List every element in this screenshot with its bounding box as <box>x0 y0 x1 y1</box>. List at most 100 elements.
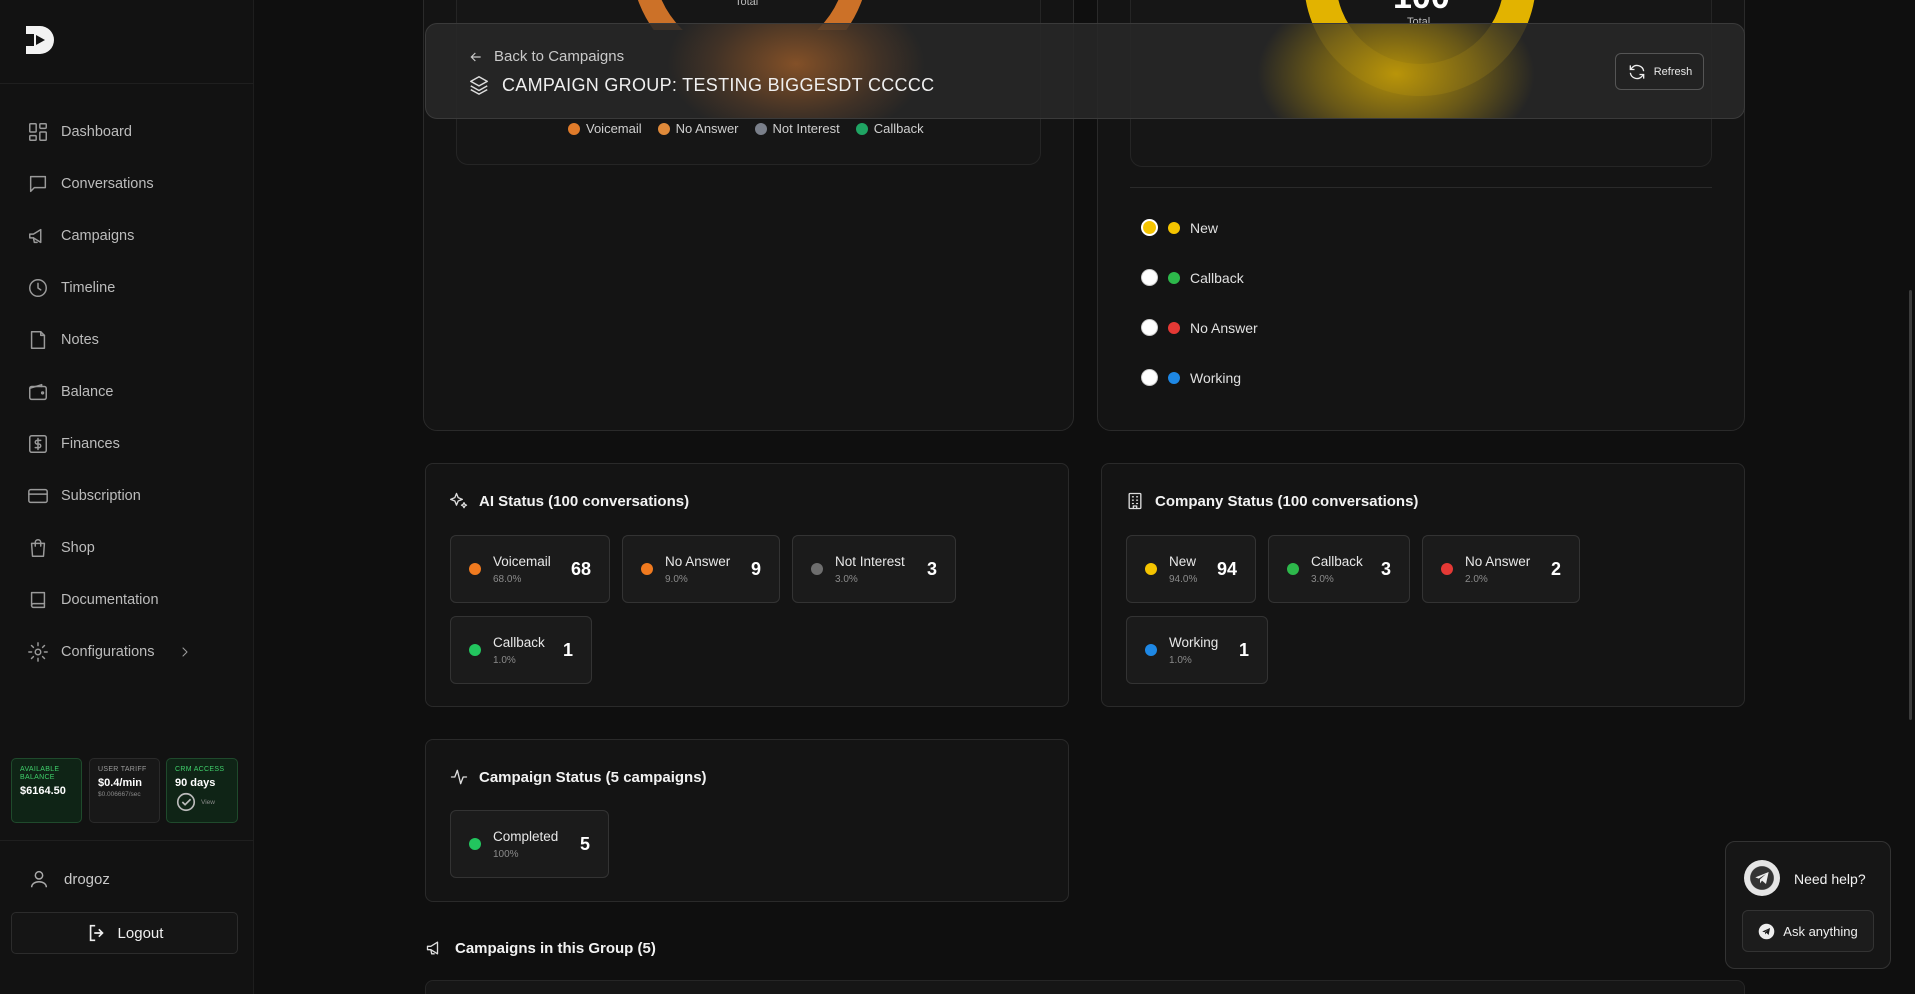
sidebar: Dashboard Conversations Campaigns Timeli… <box>0 0 254 994</box>
app-logo-icon[interactable] <box>18 20 58 60</box>
balance-card[interactable]: AVAILABLE BALANCE $6164.50 <box>11 758 82 823</box>
filter-option-new[interactable]: New <box>1141 219 1218 236</box>
company-status-no-answer[interactable]: No Answer 2.0% 2 <box>1422 535 1580 603</box>
sidebar-item-label: Campaigns <box>61 228 135 244</box>
sidebar-item-timeline[interactable]: Timeline <box>27 272 115 304</box>
stat-percent: 3.0% <box>835 573 858 585</box>
crm-value: 90 days <box>175 777 216 789</box>
radio-button[interactable] <box>1141 369 1158 386</box>
help-avatar <box>1744 860 1780 896</box>
sidebar-item-label: Notes <box>61 332 99 348</box>
sidebar-item-label: Documentation <box>61 592 159 608</box>
crm-view-link[interactable]: View <box>201 799 215 806</box>
legend-item-voicemail[interactable]: Voicemail <box>568 121 642 136</box>
radio-button[interactable] <box>1141 319 1158 336</box>
sidebar-item-label: Configurations <box>61 644 155 660</box>
sidebar-item-balance[interactable]: Balance <box>27 376 113 408</box>
card-icon <box>28 488 48 504</box>
option-label: Callback <box>1190 269 1244 286</box>
tariff-label: USER TARIFF <box>98 766 147 773</box>
sidebar-item-documentation[interactable]: Documentation <box>27 584 159 616</box>
campaign-status-completed[interactable]: Completed 100% 5 <box>450 810 609 878</box>
tariff-value: $0.4/min <box>98 777 143 789</box>
stat-count: 9 <box>750 558 761 579</box>
campaigns-table <box>425 980 1745 994</box>
crm-card[interactable]: CRM ACCESS 90 days View <box>166 758 238 823</box>
radio-button[interactable] <box>1141 219 1158 236</box>
campaigns-in-group-title: Campaigns in this Group (5) <box>425 938 656 958</box>
stat-percent: 2.0% <box>1465 573 1488 585</box>
sidebar-item-campaigns[interactable]: Campaigns <box>27 220 134 252</box>
filter-option-callback[interactable]: Callback <box>1141 269 1244 286</box>
stat-percent: 68.0% <box>493 573 522 585</box>
stat-count: 1 <box>1238 639 1249 660</box>
stat-count: 1 <box>562 639 573 660</box>
legend-item-not-interest[interactable]: Not Interest <box>754 121 840 136</box>
legend-item-no-answer[interactable]: No Answer <box>657 121 739 136</box>
megaphone-icon <box>426 941 439 955</box>
legend-item-callback[interactable]: Callback <box>855 121 924 136</box>
sidebar-item-label: Dashboard <box>61 124 132 140</box>
company-status-new[interactable]: New 94.0% 94 <box>1126 535 1256 603</box>
chat-icon <box>29 175 47 193</box>
option-label: Working <box>1190 369 1242 386</box>
back-to-campaigns-link[interactable]: Back to Campaigns <box>468 48 624 65</box>
dollar-icon <box>29 435 47 453</box>
bag-icon <box>30 539 46 557</box>
help-title: Need help? <box>1794 871 1866 887</box>
sidebar-divider <box>0 83 254 84</box>
legend-label: Voicemail <box>586 121 642 136</box>
sidebar-item-notes[interactable]: Notes <box>27 324 99 356</box>
logout-button[interactable]: Logout <box>11 912 238 954</box>
radio-button[interactable] <box>1141 269 1158 286</box>
divider <box>1130 187 1712 188</box>
stat-percent: 3.0% <box>1311 573 1334 585</box>
book-icon <box>30 591 46 609</box>
sidebar-item-dashboard[interactable]: Dashboard <box>27 116 132 148</box>
sidebar-item-subscription[interactable]: Subscription <box>27 480 141 512</box>
ask-anything-label: Ask anything <box>1783 923 1858 939</box>
stat-name: No Answer <box>665 553 731 569</box>
company-status-title: Company Status (100 conversations) <box>1125 491 1418 511</box>
ai-status-no-answer[interactable]: No Answer 9.0% 9 <box>622 535 780 603</box>
tariff-sub: $0.006667/sec <box>98 791 141 798</box>
ai-status-voicemail[interactable]: Voicemail 68.0% 68 <box>450 535 610 603</box>
username: drogoz <box>64 870 110 888</box>
stat-name: No Answer <box>1465 553 1531 569</box>
chevron-right-icon <box>181 647 188 657</box>
wallet-icon <box>29 383 47 401</box>
stat-name: Voicemail <box>493 553 551 569</box>
sidebar-item-configurations[interactable]: Configurations <box>27 636 193 668</box>
refresh-button[interactable]: Refresh <box>1615 53 1704 90</box>
header-glow <box>666 24 926 118</box>
status-dot <box>469 838 481 850</box>
status-dot <box>1441 563 1453 575</box>
sidebar-item-shop[interactable]: Shop <box>27 532 95 564</box>
building-icon <box>1128 492 1142 510</box>
refresh-icon <box>1629 64 1645 79</box>
user-profile[interactable]: drogoz <box>28 868 110 890</box>
donut-center-value: 100 <box>1393 0 1450 17</box>
page-scrollbar[interactable] <box>1909 290 1912 720</box>
clock-icon <box>29 279 47 297</box>
file-icon <box>30 331 46 349</box>
check-circle-icon <box>176 792 196 812</box>
status-dot <box>1145 563 1157 575</box>
ai-status-not-interest[interactable]: Not Interest 3.0% 3 <box>792 535 956 603</box>
ai-status-callback[interactable]: Callback 1.0% 1 <box>450 616 592 684</box>
section-title-text: Campaigns in this Group (5) <box>455 939 656 957</box>
sidebar-item-finances[interactable]: Finances <box>27 428 120 460</box>
filter-option-no-answer[interactable]: No Answer <box>1141 319 1258 336</box>
sidebar-item-conversations[interactable]: Conversations <box>27 168 154 200</box>
legend-dot <box>754 122 767 135</box>
option-label: New <box>1190 219 1219 236</box>
company-status-callback[interactable]: Callback 3.0% 3 <box>1268 535 1410 603</box>
page-header: Back to Campaigns CAMPAIGN GROUP: TESTIN… <box>425 23 1745 119</box>
status-dot <box>1287 563 1299 575</box>
status-dot <box>1145 644 1157 656</box>
sidebar-item-label: Balance <box>61 384 114 400</box>
filter-option-working[interactable]: Working <box>1141 369 1241 386</box>
ask-anything-button[interactable]: Ask anything <box>1742 910 1874 952</box>
telegram-icon <box>1755 872 1769 884</box>
company-status-working[interactable]: Working 1.0% 1 <box>1126 616 1268 684</box>
